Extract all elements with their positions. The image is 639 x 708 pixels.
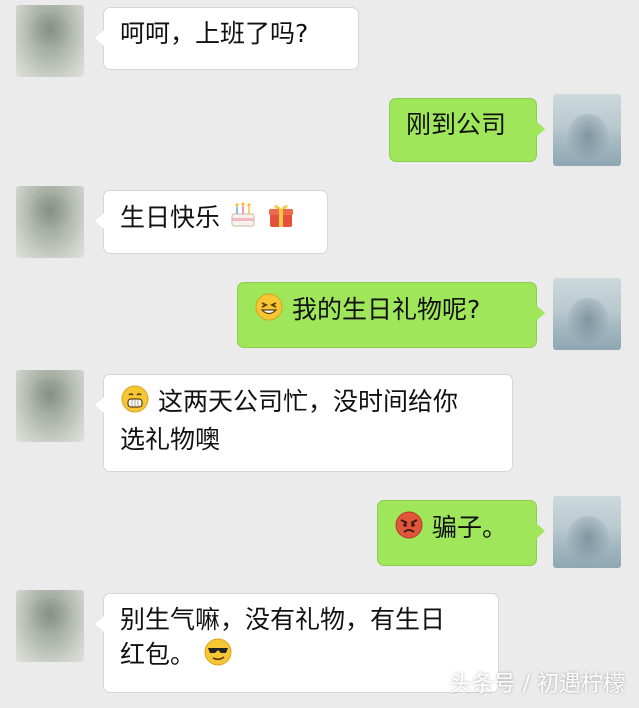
- grin-squint-icon: [254, 292, 284, 331]
- message-text: 红包。: [120, 640, 196, 669]
- message-bubble-sent[interactable]: 我的生日礼物呢?: [237, 282, 545, 348]
- message-bubble-received[interactable]: 别生气嘛，没有礼物，有生日 红包。: [95, 593, 499, 693]
- message-text: 这两天公司忙，没时间给你: [157, 387, 458, 416]
- contact-avatar[interactable]: [16, 590, 84, 662]
- message-line-1: 这两天公司忙，没时间给你: [120, 384, 496, 423]
- message-text: 我的生日礼物呢?: [291, 295, 481, 324]
- my-avatar[interactable]: [553, 94, 621, 166]
- message-line-2: 选礼物噢: [120, 425, 221, 454]
- cake-icon: [228, 200, 258, 239]
- message-bubble-received[interactable]: 这两天公司忙，没时间给你 选礼物噢: [95, 374, 513, 472]
- sunglasses-icon: [203, 637, 233, 676]
- my-avatar[interactable]: [553, 496, 621, 568]
- message-line-2: 红包。: [120, 637, 482, 676]
- message-text: 生日快乐: [120, 203, 221, 232]
- message-bubble-received[interactable]: 生日快乐: [95, 190, 328, 254]
- angry-face-icon: [394, 510, 424, 549]
- message-text: 骗子。: [431, 513, 507, 542]
- watermark: 头条号 / 初遇柠檬: [449, 672, 625, 697]
- contact-avatar[interactable]: [16, 186, 84, 258]
- message-text: 呵呵，上班了吗?: [120, 19, 309, 48]
- message-bubble-sent[interactable]: 骗子。: [377, 500, 545, 566]
- my-avatar[interactable]: [553, 278, 621, 350]
- gift-icon: [266, 200, 296, 239]
- contact-avatar[interactable]: [16, 370, 84, 442]
- grinning-icon: [120, 384, 150, 423]
- message-bubble-received[interactable]: 呵呵，上班了吗?: [95, 7, 359, 70]
- message-line-1: 别生气嘛，没有礼物，有生日: [120, 605, 446, 634]
- message-text: 刚到公司: [406, 110, 507, 139]
- message-bubble-sent[interactable]: 刚到公司: [389, 98, 545, 162]
- contact-avatar[interactable]: [16, 5, 84, 77]
